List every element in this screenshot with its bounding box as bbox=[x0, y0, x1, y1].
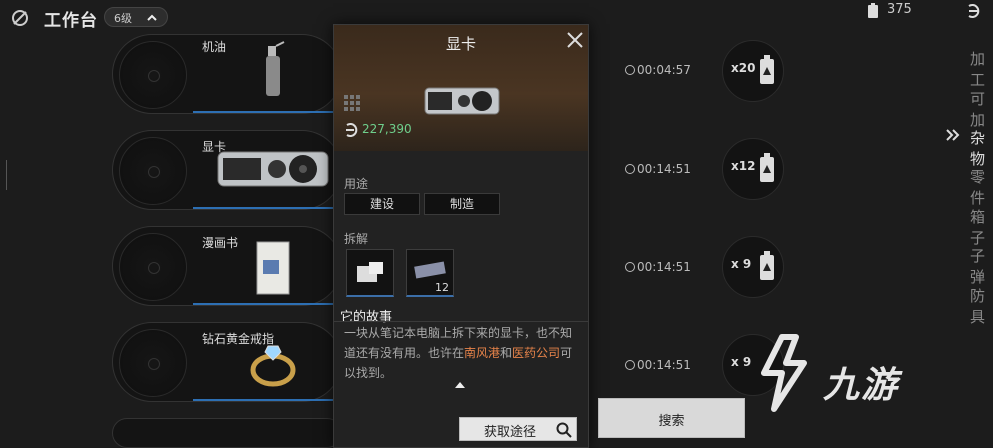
oil-spray-image bbox=[266, 41, 285, 96]
close-icon[interactable] bbox=[566, 31, 584, 49]
popup-title: 显卡 bbox=[445, 35, 476, 53]
currency-icon bbox=[968, 4, 980, 18]
craft-timer: 00:14:51 bbox=[625, 162, 691, 176]
part-slot[interactable] bbox=[346, 249, 394, 297]
location-link[interactable]: 南风港 bbox=[464, 346, 500, 360]
ring-image bbox=[250, 345, 296, 387]
uses-heading: 用途 bbox=[344, 177, 369, 191]
search-button[interactable]: 搜索 bbox=[598, 398, 745, 438]
cost-quantity: x20 bbox=[731, 61, 756, 75]
gpu-preview-image bbox=[424, 87, 500, 115]
board-part-image bbox=[414, 261, 446, 279]
battery-count: 375 bbox=[887, 2, 912, 17]
slot-disc bbox=[119, 137, 187, 205]
scroll-up-icon[interactable] bbox=[455, 382, 465, 388]
slot-disc bbox=[119, 329, 187, 397]
clock-icon bbox=[625, 360, 635, 370]
category-item-active[interactable]: 杂物 bbox=[970, 127, 993, 169]
row-underline bbox=[193, 111, 341, 113]
divider bbox=[334, 321, 588, 322]
disassemble-heading: 拆解 bbox=[344, 232, 369, 246]
item-price: 227,390 bbox=[362, 122, 412, 136]
level-label: 6级 bbox=[114, 12, 132, 25]
story-text-part: 和 bbox=[500, 346, 513, 360]
acquire-label: 获取途径 bbox=[484, 425, 537, 440]
craft-timer: 00:04:57 bbox=[625, 63, 691, 77]
story-text: 一块从笔记本电脑上拆下来的显卡，也不知道还有没有用。也许在南风港和医药公司可以找… bbox=[344, 323, 580, 383]
category-item[interactable]: 零件 bbox=[970, 166, 993, 208]
edge-marker bbox=[6, 160, 7, 190]
acquire-path-button[interactable]: 获取途径 bbox=[459, 417, 577, 441]
watermark-text: 九游 bbox=[823, 365, 900, 406]
craft-timer: 00:14:51 bbox=[625, 260, 691, 274]
battery-cost: x 9 bbox=[722, 236, 784, 298]
battery-icon bbox=[760, 55, 774, 84]
part-count: 12 bbox=[435, 281, 449, 294]
craft-time: 00:14:51 bbox=[637, 162, 691, 176]
clock-icon bbox=[625, 262, 635, 272]
level-selector[interactable]: 6级 bbox=[104, 7, 168, 27]
comic-book-image bbox=[256, 241, 290, 295]
item-detail-popup: 显卡 227,390 用途 建设 制造 拆解 12 它的故事 一块从笔记本电脑上… bbox=[333, 24, 589, 448]
cost-quantity: x 9 bbox=[731, 257, 752, 271]
category-item[interactable]: 可加 bbox=[970, 88, 993, 130]
recipe-row-partial[interactable] bbox=[112, 418, 342, 448]
battery-icon bbox=[760, 251, 774, 280]
double-chevron-icon bbox=[946, 129, 960, 141]
page-title: 工作台 bbox=[44, 11, 98, 31]
recipe-name: 机油 bbox=[202, 40, 227, 54]
slot-disc bbox=[119, 41, 187, 109]
row-underline bbox=[193, 303, 341, 305]
recipe-name: 漫画书 bbox=[202, 236, 239, 250]
chip-part-image bbox=[357, 262, 383, 282]
cost-quantity: x12 bbox=[731, 159, 756, 173]
category-item[interactable]: 箱子 bbox=[970, 206, 993, 248]
location-link[interactable]: 医药公司 bbox=[512, 346, 560, 360]
search-label: 搜索 bbox=[658, 414, 685, 429]
row-underline bbox=[193, 207, 341, 209]
search-icon bbox=[556, 422, 572, 438]
craft-timer: 00:14:51 bbox=[625, 358, 691, 372]
battery-icon bbox=[760, 153, 774, 182]
popup-header: 显卡 227,390 bbox=[334, 25, 588, 151]
chevron-up-icon bbox=[147, 14, 157, 21]
watermark-logo-icon bbox=[761, 334, 807, 412]
use-build-button[interactable]: 建设 bbox=[344, 193, 420, 215]
row-underline bbox=[193, 399, 341, 401]
slot-disc bbox=[119, 233, 187, 301]
cost-quantity: x 9 bbox=[731, 355, 752, 369]
battery-cost: x12 bbox=[722, 138, 784, 200]
currency-icon bbox=[346, 123, 358, 137]
craft-time: 00:14:51 bbox=[637, 260, 691, 274]
category-item[interactable]: 加工 bbox=[970, 48, 993, 90]
battery-icon bbox=[868, 3, 878, 18]
clock-icon bbox=[625, 65, 635, 75]
workbench-icon bbox=[12, 10, 28, 26]
use-craft-button[interactable]: 制造 bbox=[424, 193, 500, 215]
gpu-image bbox=[217, 151, 329, 187]
craft-time: 00:04:57 bbox=[637, 63, 691, 77]
grid-size-icon bbox=[344, 95, 360, 111]
category-item[interactable]: 子弹 bbox=[970, 245, 993, 287]
category-item[interactable]: 防具 bbox=[970, 285, 993, 327]
clock-icon bbox=[625, 164, 635, 174]
battery-cost: x20 bbox=[722, 40, 784, 102]
craft-time: 00:14:51 bbox=[637, 358, 691, 372]
part-slot[interactable]: 12 bbox=[406, 249, 454, 297]
recipe-row[interactable] bbox=[112, 34, 342, 114]
